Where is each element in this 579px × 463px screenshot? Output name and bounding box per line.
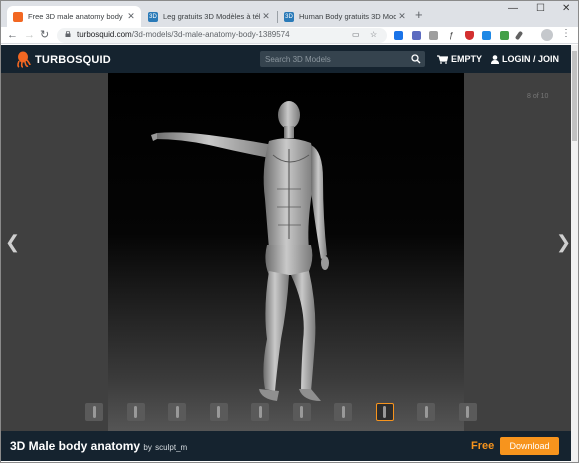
previous-image-arrow-icon[interactable]: ❮	[5, 233, 20, 251]
search-icon[interactable]	[411, 54, 421, 64]
url-text: turbosquid.com/3d-models/3d-male-anatomy…	[77, 30, 290, 39]
author-link[interactable]: sculpt_m	[155, 443, 187, 452]
thumbnail-5[interactable]	[251, 403, 269, 421]
tab-title: Free 3D male anatomy body - Tu	[28, 12, 125, 21]
url-host: turbosquid.com	[77, 30, 132, 39]
tab-human-body[interactable]: 3D Human Body gratuits 3D Modèle ✕	[278, 6, 412, 27]
product-title-line: 3D Male body anatomy by sculpt_m	[10, 439, 187, 453]
menu-icon[interactable]: ⋮	[561, 28, 571, 39]
login-label: LOGIN / JOIN	[502, 54, 560, 64]
tab-leg-models[interactable]: 3D Leg gratuits 3D Modèles à téléc ✕	[142, 6, 276, 27]
product-bar: 3D Male body anatomy by sculpt_m Free Do…	[1, 431, 571, 461]
reload-icon[interactable]: ↻	[40, 28, 49, 42]
thumbnail-figure-icon	[175, 406, 179, 418]
star-icon[interactable]: ☆	[370, 30, 377, 39]
price-label: Free	[471, 440, 495, 452]
thumbnail-1[interactable]	[85, 403, 103, 421]
site-logo-text[interactable]: TURBOSQUID	[35, 54, 111, 66]
translate-extension-icon[interactable]	[394, 31, 403, 40]
cart-button[interactable]: EMPTY	[437, 54, 482, 64]
font-extension-icon[interactable]: ƒ	[447, 31, 456, 40]
turbosquid-favicon-icon	[13, 11, 23, 22]
anatomy-model-render	[151, 101, 329, 401]
3d-favicon-icon: 3D	[284, 11, 294, 22]
image-counter: 8 of 10	[527, 93, 549, 100]
tab-title: Leg gratuits 3D Modèles à téléc	[163, 12, 260, 21]
close-icon[interactable]: ✕	[396, 11, 408, 22]
new-tab-button[interactable]: +	[415, 8, 423, 21]
download-button[interactable]: Download	[500, 437, 559, 455]
cart-label: EMPTY	[451, 54, 483, 64]
thumbnail-figure-icon	[341, 406, 345, 418]
next-image-arrow-icon[interactable]: ❯	[556, 233, 571, 251]
profile-avatar[interactable]	[541, 29, 553, 41]
3d-favicon-icon: 3D	[148, 11, 158, 22]
by-label: by	[143, 443, 152, 452]
cast-icon[interactable]: ▭	[352, 30, 360, 39]
model-viewer: ❮ ❯ 8 of 10	[1, 73, 571, 431]
product-title: 3D Male body anatomy	[10, 439, 141, 453]
extension-icon[interactable]	[500, 31, 509, 40]
forward-arrow-icon[interactable]: →	[24, 28, 35, 42]
extension-icon[interactable]	[412, 31, 421, 40]
thumbnail-6[interactable]	[292, 403, 311, 421]
thumbnail-10[interactable]	[458, 403, 477, 421]
maximize-button[interactable]: ☐	[536, 3, 545, 14]
search-input[interactable]	[265, 53, 405, 65]
minimize-button[interactable]: —	[508, 3, 518, 14]
scrollbar-thumb[interactable]	[572, 51, 577, 141]
close-icon[interactable]: ✕	[125, 11, 137, 22]
tab-turbosquid[interactable]: Free 3D male anatomy body - Tu ✕	[7, 6, 141, 27]
eyedropper-extension-icon[interactable]	[514, 30, 524, 41]
close-icon[interactable]: ✕	[260, 11, 272, 22]
page-scrollbar[interactable]	[571, 45, 578, 462]
tab-title: Human Body gratuits 3D Modèle	[299, 12, 396, 21]
thumbnail-figure-icon	[134, 406, 137, 418]
thumbnail-figure-icon	[217, 406, 220, 418]
url-path: /3d-models/3d-male-anatomy-body-1389574	[131, 30, 290, 39]
browser-toolbar: ← → ↻ turbosquid.com/3d-models/3d-male-a…	[1, 27, 578, 44]
thumbnail-figure-icon	[92, 406, 96, 418]
close-window-button[interactable]: ✕	[562, 3, 570, 14]
cart-icon	[437, 54, 448, 64]
extension-icon[interactable]	[482, 31, 491, 40]
thumbnail-strip	[1, 401, 571, 425]
thumbnail-9[interactable]	[417, 403, 435, 421]
shield-extension-icon[interactable]	[465, 31, 474, 40]
thumbnail-2[interactable]	[126, 403, 145, 421]
tab-strip: Free 3D male anatomy body - Tu ✕ 3D Leg …	[1, 1, 578, 27]
thumbnail-3[interactable]	[168, 403, 186, 421]
turbosquid-logo-icon[interactable]	[15, 51, 31, 68]
thumbnail-7[interactable]	[334, 403, 352, 421]
search-box	[260, 51, 425, 67]
extension-icon[interactable]	[429, 31, 438, 40]
login-join-button[interactable]: LOGIN / JOIN	[491, 54, 559, 64]
back-arrow-icon[interactable]: ←	[7, 28, 18, 42]
address-bar[interactable]: turbosquid.com/3d-models/3d-male-anatomy…	[57, 28, 387, 43]
thumbnail-4[interactable]	[209, 403, 228, 421]
user-icon	[491, 54, 499, 64]
thumbnail-figure-icon	[424, 406, 428, 418]
site-header: TURBOSQUID EMPTY LOGIN / JOIN	[1, 45, 571, 73]
thumbnail-figure-icon	[383, 406, 386, 418]
thumbnail-figure-icon	[466, 406, 469, 418]
thumbnail-figure-icon	[300, 406, 303, 418]
lock-icon	[65, 31, 71, 37]
thumbnail-8[interactable]	[375, 403, 394, 421]
browser-window: Free 3D male anatomy body - Tu ✕ 3D Leg …	[0, 0, 579, 463]
thumbnail-figure-icon	[258, 406, 262, 418]
